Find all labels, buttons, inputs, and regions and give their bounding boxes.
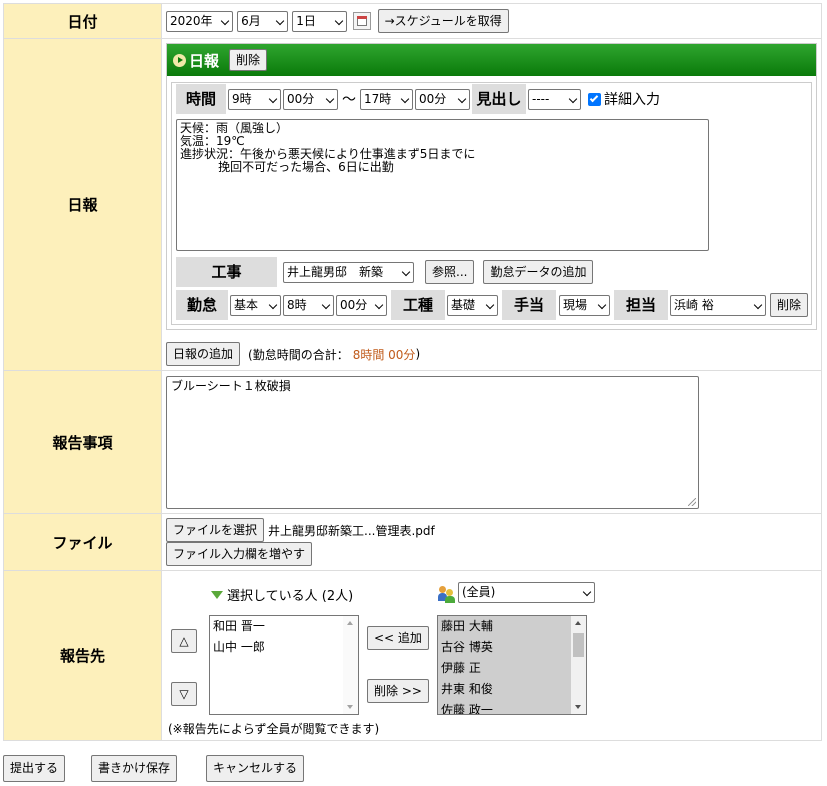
choose-file-button[interactable]: ファイルを選択 [166, 518, 265, 542]
calendar-icon[interactable] [353, 12, 372, 30]
list-item[interactable]: 山中 一郎 [210, 637, 358, 658]
nippo-content-textarea[interactable]: 天候：雨（風強し） 気温：19℃ 進捗状況：午後から悪天候により仕事進まず5日ま… [176, 119, 709, 251]
heading-label: 見出し [472, 84, 526, 114]
project-select[interactable]: 井上龍男邸 新築 [283, 261, 414, 283]
group-icon [438, 585, 456, 603]
remove-recipient-button[interactable]: 削除 >> [367, 679, 429, 703]
nippo-delete-button[interactable]: 削除 [229, 49, 268, 71]
triangle-down-icon [211, 591, 223, 599]
time-label: 時間 [176, 84, 226, 114]
list-item[interactable]: 藤田 大輔 [438, 616, 586, 637]
work-type-label: 工種 [391, 290, 445, 320]
total-hours-value: 8時間 00分 [352, 347, 416, 362]
add-recipient-button[interactable]: << 追加 [367, 626, 429, 650]
allowance-select[interactable]: 現場 [559, 294, 610, 316]
person-select[interactable]: 浜崎 裕 [670, 294, 766, 316]
tilde: ～ [342, 92, 356, 108]
detail-checkbox-label: 詳細入力 [604, 92, 660, 108]
candidate-listbox[interactable]: 藤田 大輔 古谷 博英 伊藤 正 井東 和俊 佐藤 政一 [437, 615, 587, 715]
recipients-label: 報告先 [3, 570, 162, 741]
list-item[interactable]: 佐藤 政一 [438, 700, 586, 714]
scrollbar[interactable] [571, 616, 586, 714]
cancel-button[interactable]: キャンセルする [206, 755, 305, 782]
add-attendance-button[interactable]: 勤怠データの追加 [483, 260, 594, 284]
report-form: 日付 2020年 6月 1日 →スケジュールを取得 日報 日報 削除 時間 9時… [3, 3, 822, 741]
list-item[interactable]: 井東 和俊 [438, 679, 586, 700]
total-prefix: (勤怠時間の合計： [248, 347, 349, 362]
browse-button[interactable]: 参照... [425, 260, 475, 284]
attendance-label: 勤怠 [176, 290, 228, 320]
start-minute-select[interactable]: 00分 [283, 88, 338, 110]
nippo-header-title: 日報 [189, 51, 220, 70]
total-suffix: ) [415, 347, 421, 361]
attendance-row: 勤怠 基本 8時 00分 工種 基礎 手当 現場 担当 浜崎 裕 削除 [172, 289, 811, 321]
project-row: 工事 井上龍男邸 新築 参照... 勤怠データの追加 [172, 257, 811, 287]
work-type-select[interactable]: 基礎 [447, 294, 498, 316]
report-label: 報告事項 [3, 370, 162, 514]
recipients-panel: 選択している人 (2人) (全員) △ ▽ 和田 晋一 山中 一郎 << 追加 … [166, 575, 817, 736]
recipients-note: (※報告先によらず全員が閲覧できます) [168, 722, 380, 736]
year-select[interactable]: 2020年 [166, 10, 233, 32]
time-row: 時間 9時 00分 ～ 17時 00分 見出し ---- 詳細入力 [172, 83, 811, 115]
move-down-button[interactable]: ▽ [171, 682, 197, 706]
person-label: 担当 [614, 290, 668, 320]
start-hour-select[interactable]: 9時 [228, 88, 281, 110]
nippo-panel: 日報 削除 時間 9時 00分 ～ 17時 00分 見出し ---- 詳細入力 … [166, 43, 817, 330]
list-item[interactable]: 伊藤 正 [438, 658, 586, 679]
nippo-label: 日報 [3, 38, 162, 371]
submit-button[interactable]: 提出する [3, 755, 66, 782]
attendance-minute-select[interactable]: 00分 [336, 294, 387, 316]
group-select[interactable]: (全員) [458, 582, 595, 603]
save-draft-button[interactable]: 書きかけ保存 [91, 755, 178, 782]
selected-title: 選択している人 (2人) [227, 589, 354, 604]
add-file-field-button[interactable]: ファイル入力欄を増やす [166, 542, 313, 566]
heading-select[interactable]: ---- [528, 88, 581, 110]
date-label: 日付 [3, 3, 162, 39]
move-up-button[interactable]: △ [171, 629, 197, 653]
list-item[interactable]: 和田 晋一 [210, 616, 358, 637]
add-nippo-button[interactable]: 日報の追加 [166, 342, 241, 366]
list-item[interactable]: 古谷 博英 [438, 637, 586, 658]
detail-checkbox[interactable] [588, 92, 601, 106]
row-delete-button[interactable]: 削除 [770, 293, 809, 317]
allowance-label: 手当 [502, 290, 556, 320]
project-label: 工事 [176, 257, 277, 287]
end-hour-select[interactable]: 17時 [360, 88, 413, 110]
attendance-hour-select[interactable]: 8時 [283, 294, 334, 316]
report-textarea[interactable]: ブルーシート１枚破損 [166, 375, 699, 509]
get-schedule-button[interactable]: →スケジュールを取得 [377, 9, 509, 33]
attendance-type-select[interactable]: 基本 [230, 294, 281, 316]
file-label: ファイル [3, 513, 162, 571]
play-icon [173, 53, 186, 67]
month-select[interactable]: 6月 [237, 10, 289, 32]
day-select[interactable]: 1日 [292, 10, 348, 32]
scrollbar[interactable] [343, 616, 358, 714]
nippo-entry: 時間 9時 00分 ～ 17時 00分 見出し ---- 詳細入力 天候：雨（風… [171, 82, 812, 325]
selected-listbox[interactable]: 和田 晋一 山中 一郎 [209, 615, 359, 715]
file-name: 井上龍男邸新築工...管理表.pdf [268, 523, 435, 538]
end-minute-select[interactable]: 00分 [415, 88, 470, 110]
nippo-header-bar: 日報 削除 [167, 44, 816, 76]
